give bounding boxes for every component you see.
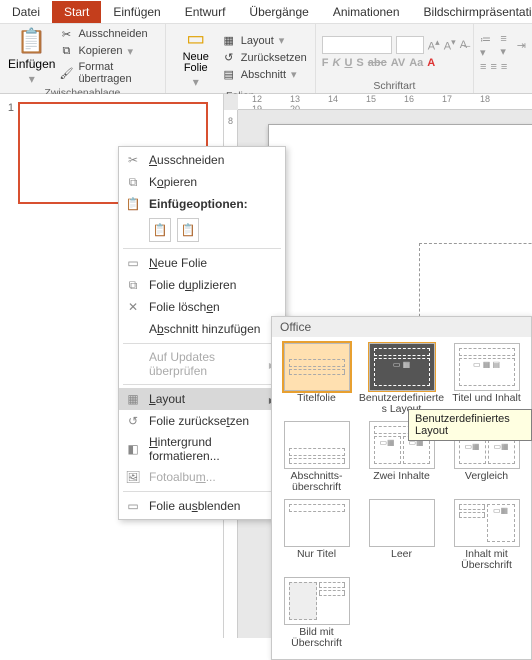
cm-paste-options: 📋 📋 — [119, 215, 285, 245]
format-painter-button[interactable]: 🖌Format übertragen — [57, 60, 158, 86]
group-label-font: Schriftart — [322, 79, 467, 93]
new-slide-icon: ▭ — [186, 26, 205, 51]
tab-entwurf[interactable]: Entwurf — [173, 1, 238, 23]
grow-font-button[interactable]: A▴ — [428, 37, 440, 53]
delete-icon: ✕ — [125, 299, 141, 315]
copy-button[interactable]: ⧉Kopieren▾ — [57, 43, 158, 59]
ribbon-group-font: A▴ A▾ A̶ F K U S abc AV Aa A Schriftart — [316, 24, 474, 93]
layout-abschnitts-ueberschrift[interactable]: Abschnitts-überschrift — [274, 417, 359, 495]
reset-button[interactable]: ↺Zurücksetzen — [220, 50, 309, 66]
context-menu: ✂AAusschneidenusschneiden ⧉Kopieren 📋Ein… — [118, 146, 286, 520]
cm-format-background[interactable]: ◧Hintergrund formatieren... — [119, 432, 285, 466]
indent-button[interactable]: ⇥ — [517, 39, 526, 52]
copy-icon: ⧉ — [59, 44, 73, 58]
tooltip: Benutzerdefiniertes Layout — [408, 409, 532, 441]
dropdown-icon: ▾ — [29, 72, 35, 86]
brush-icon: 🖌 — [59, 66, 73, 80]
paste-icon: 📋 — [125, 196, 141, 212]
ruler-horizontal: 121314151617181920 — [238, 94, 532, 110]
layout-icon: ▦ — [125, 391, 141, 407]
new-slide-label: Neue Folie — [172, 52, 220, 74]
font-name-input[interactable] — [322, 36, 392, 54]
italic-button[interactable]: K — [333, 57, 341, 69]
section-dropdown[interactable]: ▤Abschnitt▾ — [220, 67, 309, 83]
reset-icon: ↺ — [125, 413, 141, 429]
cut-button[interactable]: ✂Ausschneiden — [57, 26, 158, 42]
font-color-button[interactable]: A — [427, 57, 435, 69]
layout-leer[interactable]: Leer — [359, 495, 444, 573]
layout-bild-mit-ueberschrift[interactable]: Bild mit Überschrift — [274, 573, 359, 651]
tab-datei[interactable]: Datei — [0, 1, 52, 23]
layout-dropdown[interactable]: ▦Layout▾ — [220, 33, 309, 49]
paste-label: Einfügen — [8, 57, 55, 71]
ribbon-group-clipboard: 📋 Einfügen ▾ ✂Ausschneiden ⧉Kopieren▾ 🖌F… — [0, 24, 166, 93]
cm-paste-options-header: 📋Einfügeoptionen: — [119, 193, 285, 215]
layout-titelfolie[interactable]: Titelfolie — [274, 339, 359, 417]
layout-icon: ▦ — [222, 34, 236, 48]
align-left-button[interactable]: ≡ — [480, 61, 486, 73]
cm-new-slide[interactable]: ▭Neue Folie — [119, 252, 285, 274]
menu-bar: Datei Start Einfügen Entwurf Übergänge A… — [0, 0, 532, 24]
cm-check-updates: Auf Updates überprüfen — [119, 347, 285, 381]
cm-delete-slide[interactable]: ✕Folie löschen — [119, 296, 285, 318]
cm-photo-album: 🖼Fotoalbum... — [119, 466, 285, 488]
new-slide-button[interactable]: ▭ Neue Folie ▾ — [172, 26, 220, 89]
cm-cut[interactable]: ✂AAusschneidenusschneiden — [119, 149, 285, 171]
font-size-input[interactable] — [396, 36, 424, 54]
layout-flyout: Office Titelfolie ▭ ▦ Benutzerdefinierte… — [271, 316, 532, 660]
ribbon-group-slides: ▭ Neue Folie ▾ ▦Layout▾ ↺Zurücksetzen ▤A… — [166, 24, 316, 93]
cm-reset-slide[interactable]: ↺Folie zurücksetzen — [119, 410, 285, 432]
align-right-button[interactable]: ≡ — [501, 61, 507, 73]
layout-inhalt-mit-ueberschrift[interactable]: ▭▦ Inhalt mit Überschrift — [444, 495, 529, 573]
char-spacing-button[interactable]: AV — [391, 57, 405, 69]
paste-option-dest-theme[interactable]: 📋 — [149, 218, 171, 242]
ribbon-group-paragraph: ≔ ▾ ≡ ▾ ⇥ ≡ ≡ ≡ — [474, 24, 532, 93]
shrink-font-button[interactable]: A▾ — [444, 37, 456, 53]
cut-icon: ✂ — [59, 27, 73, 41]
paste-button[interactable]: 📋 Einfügen ▾ — [6, 26, 57, 86]
tab-bildschirmpraesentation[interactable]: Bildschirmpräsentation — [412, 1, 532, 23]
bold-button[interactable]: F — [322, 57, 329, 69]
change-case-button[interactable]: Aa — [409, 57, 423, 69]
paste-icon: 📋 — [17, 27, 47, 56]
duplicate-icon: ⧉ — [125, 277, 141, 293]
shadow-button[interactable]: S — [356, 57, 363, 69]
numbered-button[interactable]: ≡ ▾ — [500, 33, 512, 58]
layout-benutzerdefiniert[interactable]: ▭ ▦ Benutzerdefinierte s Layout — [359, 339, 444, 417]
paste-option-keep-source[interactable]: 📋 — [177, 218, 199, 242]
flyout-category: Office — [272, 317, 531, 337]
tab-start[interactable]: Start — [52, 1, 101, 23]
new-slide-icon: ▭ — [125, 255, 141, 271]
clear-format-button[interactable]: A̶ — [460, 39, 467, 51]
strikethrough-button[interactable]: abc — [368, 57, 387, 69]
cm-layout[interactable]: ▦Layout — [119, 388, 285, 410]
layout-titel-und-inhalt[interactable]: ▭ ▦ ▤ Titel und Inhalt — [444, 339, 529, 417]
dropdown-icon: ▾ — [193, 75, 199, 89]
ribbon: 📋 Einfügen ▾ ✂Ausschneiden ⧉Kopieren▾ 🖌F… — [0, 24, 532, 94]
cut-icon: ✂ — [125, 152, 141, 168]
tab-uebergaenge[interactable]: Übergänge — [237, 1, 320, 23]
layout-nur-titel[interactable]: Nur Titel — [274, 495, 359, 573]
copy-icon: ⧉ — [125, 174, 141, 190]
tab-animationen[interactable]: Animationen — [321, 1, 412, 23]
underline-button[interactable]: U — [344, 57, 352, 69]
format-bg-icon: ◧ — [125, 441, 141, 457]
cm-add-section[interactable]: Abschnitt hinzufügen — [119, 318, 285, 340]
cm-hide-slide[interactable]: ▭Folie ausblenden — [119, 495, 285, 517]
tab-einfuegen[interactable]: Einfügen — [101, 1, 172, 23]
slide-number: 1 — [4, 102, 14, 204]
section-icon: ▤ — [222, 68, 236, 82]
reset-icon: ↺ — [222, 51, 236, 65]
cm-copy[interactable]: ⧉Kopieren — [119, 171, 285, 193]
bullets-button[interactable]: ≔ ▾ — [480, 33, 496, 59]
cm-duplicate-slide[interactable]: ⧉Folie duplizieren — [119, 274, 285, 296]
align-center-button[interactable]: ≡ — [490, 61, 496, 73]
hide-icon: ▭ — [125, 498, 141, 514]
layout-grid: Titelfolie ▭ ▦ Benutzerdefinierte s Layo… — [272, 337, 531, 653]
